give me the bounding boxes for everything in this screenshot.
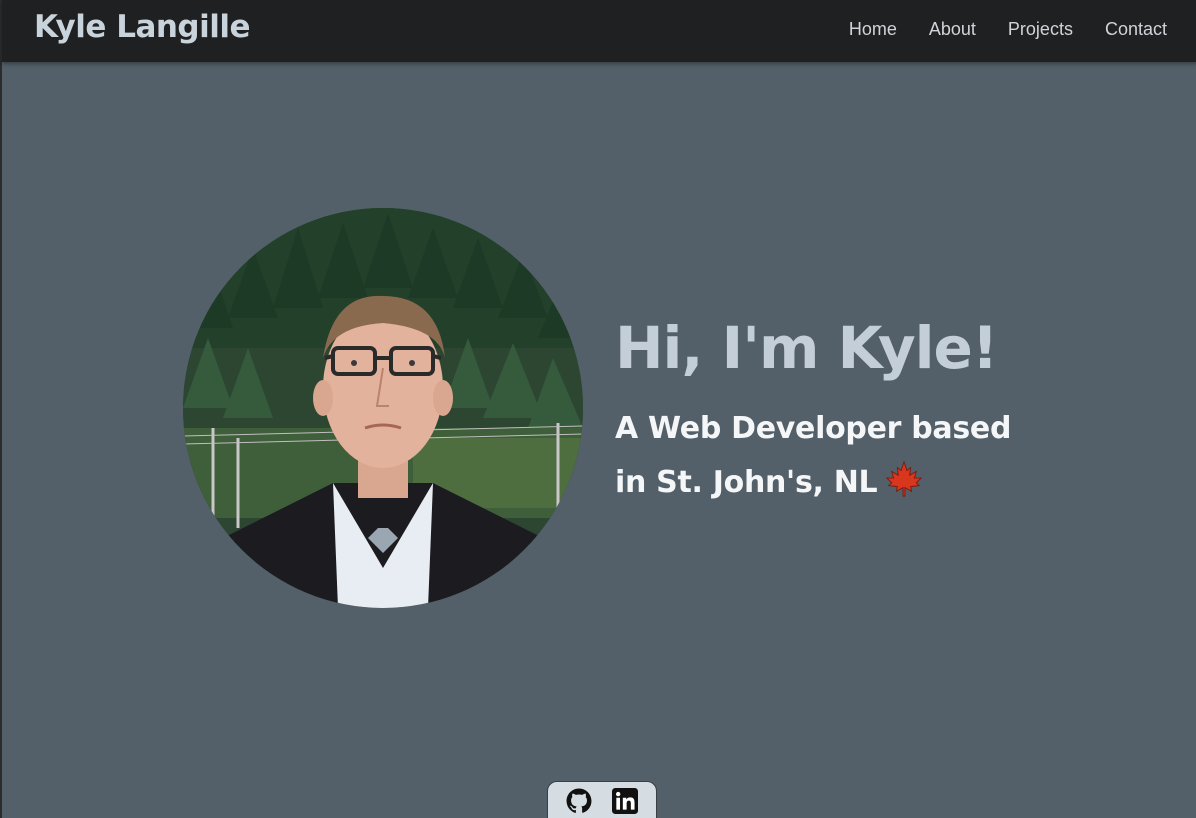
navbar: Kyle Langille Home About Projects Contac… — [2, 0, 1196, 62]
github-link[interactable] — [566, 788, 592, 814]
hero-subtitle: A Web Developer based in St. John's, NL — [615, 402, 1035, 516]
profile-photo — [183, 208, 583, 608]
github-icon — [566, 788, 592, 813]
hero-subtitle-text: A Web Developer based in St. John's, NL — [615, 411, 1012, 500]
nav-link-home[interactable]: Home — [849, 19, 897, 40]
main-nav: Home About Projects Contact — [849, 19, 1167, 40]
linkedin-link[interactable] — [612, 788, 638, 814]
profile-photo-illustration — [183, 208, 583, 608]
nav-link-contact[interactable]: Contact — [1105, 19, 1167, 40]
linkedin-icon — [612, 788, 638, 814]
page: Kyle Langille Home About Projects Contac… — [0, 0, 1196, 818]
site-brand-link[interactable]: Kyle Langille — [34, 9, 251, 45]
hero-title: Hi, I'm Kyle! — [615, 314, 998, 382]
social-links-tab — [547, 781, 657, 818]
nav-link-about[interactable]: About — [929, 19, 976, 40]
nav-link-projects[interactable]: Projects — [1008, 19, 1073, 40]
hero-intro: Hi, I'm Kyle! A Web Developer based in S… — [615, 310, 1035, 516]
maple-leaf-icon — [885, 460, 923, 516]
